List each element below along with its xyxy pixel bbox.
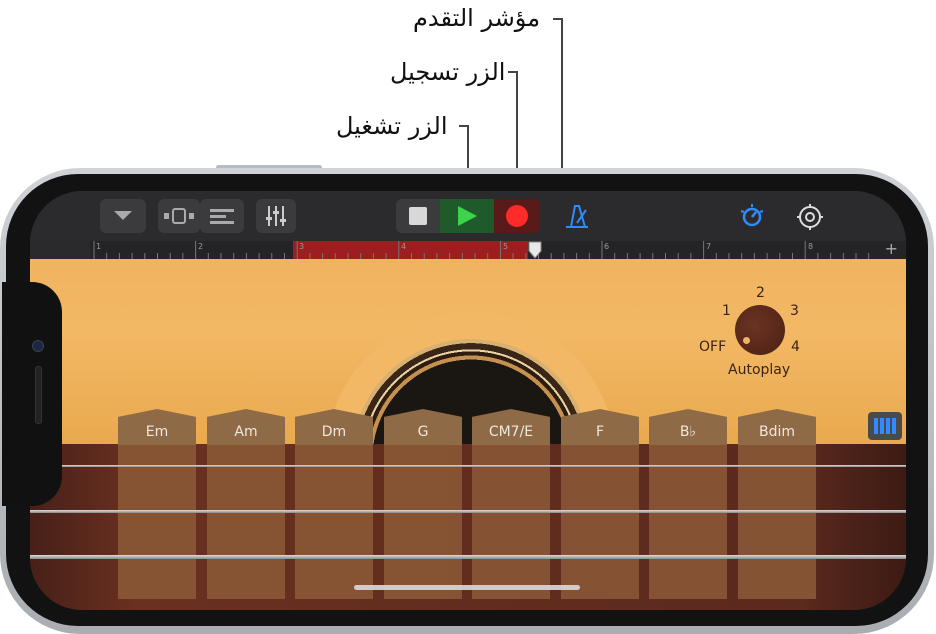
chord-strip[interactable] xyxy=(295,444,373,599)
garageband-screen: 1 2 3 4 5 6 7 8 + 1 2 3 OFF 4 Autoplay E… xyxy=(30,191,906,610)
ruler-bar-number: 8 xyxy=(808,242,814,251)
autoplay-position-off[interactable]: OFF xyxy=(699,339,726,355)
chord-notes-switch[interactable] xyxy=(868,412,902,440)
autoplay-label: Autoplay xyxy=(728,362,791,378)
chord-strip[interactable] xyxy=(649,444,727,599)
ruler-bar-number: 1 xyxy=(96,242,102,251)
playhead-icon[interactable] xyxy=(528,241,542,259)
autoplay-position-4[interactable]: 4 xyxy=(791,339,800,355)
play-button[interactable] xyxy=(440,199,494,233)
ruler-bar-number: 2 xyxy=(198,242,204,251)
mixer-button[interactable] xyxy=(256,199,296,233)
browser-menu-button[interactable] xyxy=(100,199,146,233)
ruler-bar-number: 7 xyxy=(706,242,712,251)
tracks-icon xyxy=(210,209,234,224)
autoplay-position-2[interactable]: 2 xyxy=(756,285,765,301)
callout-play: الزر تشغيل xyxy=(336,112,448,140)
metronome-button[interactable] xyxy=(564,203,590,229)
ruler-ticks xyxy=(93,241,870,259)
autoplay-position-3[interactable]: 3 xyxy=(790,303,799,319)
settings-button[interactable] xyxy=(796,203,824,231)
callout-record: الزر تسجيل xyxy=(390,58,506,86)
ruler-bar-number: 3 xyxy=(299,242,305,251)
guitar-string[interactable] xyxy=(30,555,906,559)
mixer-icon xyxy=(266,206,286,226)
view-button[interactable] xyxy=(158,199,200,233)
phone-notch xyxy=(2,282,62,506)
chord-strips-icon xyxy=(874,418,896,434)
chord-strip[interactable] xyxy=(118,444,196,599)
tracks-view-button[interactable] xyxy=(200,199,244,233)
ruler-bar-number: 5 xyxy=(503,242,509,251)
ruler-bar-number: 6 xyxy=(604,242,610,251)
record-icon xyxy=(506,205,528,227)
chord-strip[interactable] xyxy=(207,444,285,599)
master-effects-button[interactable] xyxy=(738,203,766,231)
browser-icon xyxy=(164,208,194,224)
chevron-down-icon xyxy=(114,211,132,220)
stop-button[interactable] xyxy=(396,199,440,233)
record-button[interactable] xyxy=(494,199,540,233)
front-camera xyxy=(32,340,44,352)
chord-strip[interactable] xyxy=(384,444,462,599)
chord-strip[interactable] xyxy=(472,444,550,599)
autoplay-knob[interactable] xyxy=(735,305,785,355)
settings-icon xyxy=(797,204,823,230)
chord-strip[interactable] xyxy=(738,444,816,599)
autoplay-position-1[interactable]: 1 xyxy=(722,303,731,319)
stop-icon xyxy=(409,207,427,225)
chord-strip[interactable] xyxy=(561,444,639,599)
play-icon xyxy=(458,206,477,226)
guitar-string[interactable] xyxy=(30,510,906,513)
ruler-bar-number: 4 xyxy=(401,242,407,251)
control-bar xyxy=(30,191,906,241)
metronome-icon xyxy=(566,205,588,228)
timeline-ruler[interactable]: 1 2 3 4 5 6 7 8 + xyxy=(90,239,906,259)
master-effects-icon xyxy=(740,204,764,227)
earpiece xyxy=(35,366,42,424)
home-indicator[interactable] xyxy=(354,585,580,590)
guitar-string[interactable] xyxy=(30,465,906,467)
add-section-button[interactable]: + xyxy=(885,239,898,258)
callout-playhead: مؤشر التقدم xyxy=(413,4,541,32)
